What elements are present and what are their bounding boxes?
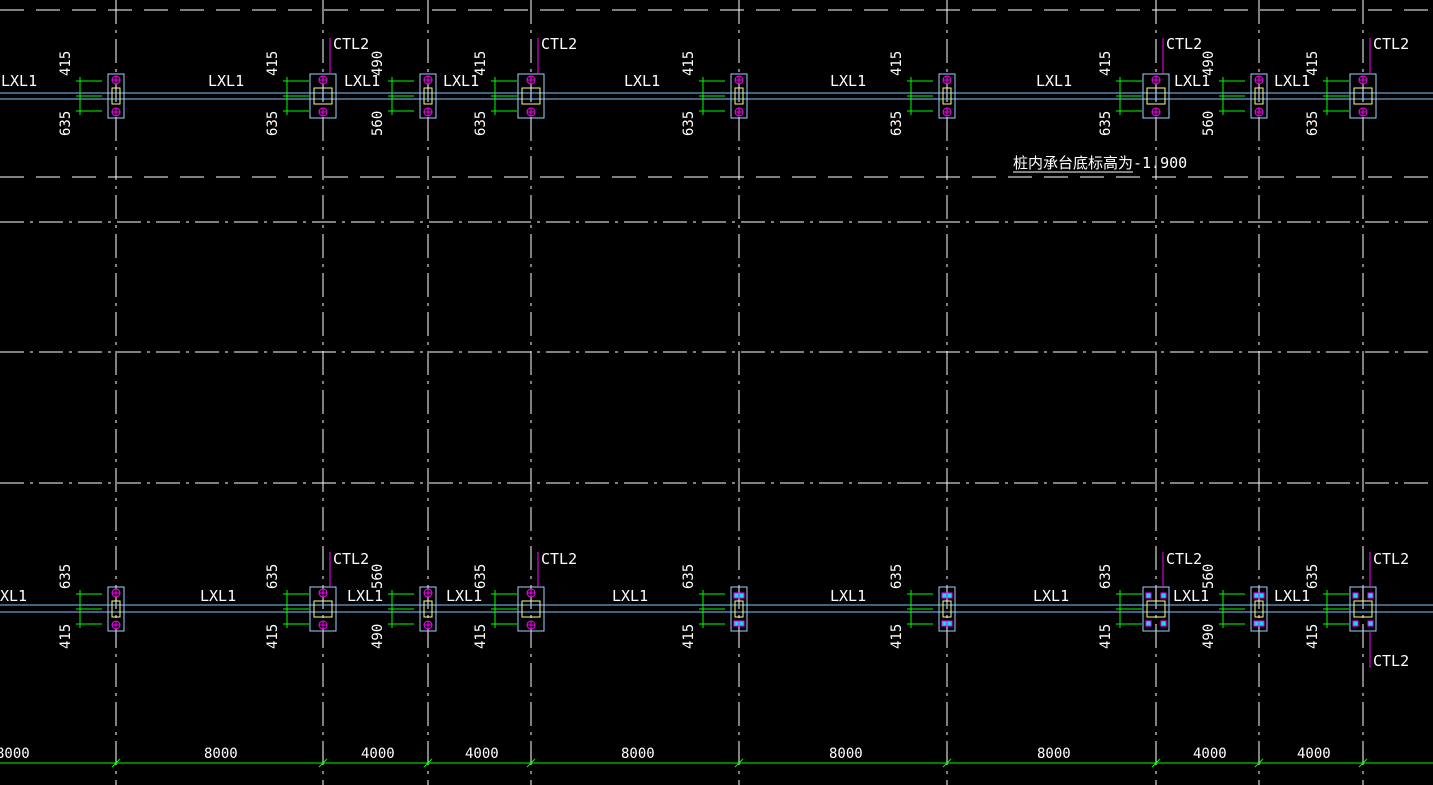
beam-label-bottom-5: LXL1 bbox=[830, 587, 866, 605]
dim-text-above: 560 bbox=[370, 564, 386, 589]
beam-label-bottom-2: LXL1 bbox=[347, 587, 383, 605]
dim-text-below: 415 bbox=[473, 624, 489, 649]
span-dimension-3: 4000 bbox=[361, 746, 395, 762]
span-dimension-5: 8000 bbox=[621, 746, 655, 762]
rebar-marker bbox=[1145, 620, 1152, 627]
beam-label-top-6: LXL1 bbox=[1036, 72, 1072, 90]
dim-text-below: 415 bbox=[681, 624, 697, 649]
beam-label-top-1: LXL1 bbox=[208, 72, 244, 90]
rebar-marker bbox=[1160, 620, 1167, 627]
dim-text-above: 635 bbox=[889, 564, 905, 589]
dim-text-below: 415 bbox=[1305, 624, 1321, 649]
dim-text-below: 635 bbox=[889, 111, 905, 136]
dim-text-below: 635 bbox=[1305, 111, 1321, 136]
beam-label-top-4: LXL1 bbox=[624, 72, 660, 90]
dim-text-below: 490 bbox=[1201, 624, 1217, 649]
rebar-marker bbox=[1367, 592, 1374, 599]
dim-text-below: 490 bbox=[370, 624, 386, 649]
beam-label-bottom-8: LXL1 bbox=[1274, 587, 1310, 605]
dim-text-above: 560 bbox=[1201, 564, 1217, 589]
rebar-marker bbox=[946, 592, 953, 599]
dim-text-above: 635 bbox=[681, 564, 697, 589]
dim-text-below: 635 bbox=[58, 111, 74, 136]
beam-label-top-7: LXL1 bbox=[1174, 72, 1210, 90]
pile-cap-elevation-note: 桩内承台底标高为-1.900 bbox=[1013, 154, 1187, 172]
rebar-marker bbox=[941, 620, 948, 627]
beam-label-top-2: LXL1 bbox=[344, 72, 380, 90]
dim-text-above: 415 bbox=[58, 51, 74, 76]
span-dimension-2: 8000 bbox=[204, 746, 238, 762]
rebar-marker bbox=[738, 620, 745, 627]
dim-text-below: 635 bbox=[473, 111, 489, 136]
cap-label-top-2: CTL2 bbox=[541, 35, 577, 53]
rebar-marker bbox=[1352, 592, 1359, 599]
rebar-marker bbox=[1367, 620, 1374, 627]
beam-label-bottom-7: LXL1 bbox=[1173, 587, 1209, 605]
dim-text-above: 415 bbox=[681, 51, 697, 76]
rebar-marker bbox=[1253, 620, 1260, 627]
dim-text-above: 415 bbox=[265, 51, 281, 76]
beam-label-bottom-6: LXL1 bbox=[1033, 587, 1069, 605]
rebar-marker bbox=[941, 592, 948, 599]
dim-text-above: 635 bbox=[58, 564, 74, 589]
dim-text-below: 560 bbox=[1201, 111, 1217, 136]
beam-label-bottom-4: LXL1 bbox=[612, 587, 648, 605]
dim-text-below: 415 bbox=[1098, 624, 1114, 649]
dim-text-above: 415 bbox=[1098, 51, 1114, 76]
beam-label-bottom-left-edge: XL1 bbox=[0, 587, 27, 605]
cap-label-bottom-1: CTL2 bbox=[333, 550, 369, 568]
canvas-background bbox=[0, 0, 1433, 785]
cap-label-bottom-4: CTL2 bbox=[1373, 550, 1409, 568]
rebar-marker bbox=[1258, 592, 1265, 599]
rebar-marker bbox=[1160, 592, 1167, 599]
dim-text-above: 415 bbox=[889, 51, 905, 76]
span-dimension-4: 4000 bbox=[465, 746, 499, 762]
beam-label-bottom-1: LXL1 bbox=[200, 587, 236, 605]
dim-text-above: 635 bbox=[265, 564, 281, 589]
dim-text-below: 415 bbox=[58, 624, 74, 649]
dim-text-below: 635 bbox=[681, 111, 697, 136]
rebar-marker bbox=[946, 620, 953, 627]
dim-text-above: 635 bbox=[473, 564, 489, 589]
cap-label-bottom-3: CTL2 bbox=[1166, 550, 1202, 568]
dim-text-below: 560 bbox=[370, 111, 386, 136]
dim-text-below: 635 bbox=[265, 111, 281, 136]
cap-label-bottom-extra: CTL2 bbox=[1373, 652, 1409, 670]
dim-text-above: 635 bbox=[1305, 564, 1321, 589]
dim-text-below: 635 bbox=[1098, 111, 1114, 136]
cap-label-bottom-2: CTL2 bbox=[541, 550, 577, 568]
span-dimension-7: 8000 bbox=[1037, 746, 1071, 762]
cap-label-top-1: CTL2 bbox=[333, 35, 369, 53]
beam-label-top-3: LXL1 bbox=[443, 72, 479, 90]
span-dimension-8: 4000 bbox=[1193, 746, 1227, 762]
span-dimension-1: 8000 bbox=[0, 746, 30, 762]
rebar-marker bbox=[1258, 620, 1265, 627]
beam-label-top-left-edge: LXL1 bbox=[1, 72, 37, 90]
span-dimension-6: 8000 bbox=[829, 746, 863, 762]
beam-label-top-5: LXL1 bbox=[830, 72, 866, 90]
cad-drawing-canvas[interactable]: 415 635 415 635 490 560 415 635 415 635 415 635 415 6… bbox=[0, 0, 1433, 785]
rebar-marker bbox=[1352, 620, 1359, 627]
rebar-marker bbox=[1253, 592, 1260, 599]
rebar-marker bbox=[733, 592, 740, 599]
span-dimension-9: 4000 bbox=[1297, 746, 1331, 762]
beam-label-bottom-3: LXL1 bbox=[446, 587, 482, 605]
dim-text-below: 415 bbox=[265, 624, 281, 649]
rebar-marker bbox=[733, 620, 740, 627]
cap-label-top-3: CTL2 bbox=[1166, 35, 1202, 53]
beam-label-top-8: LXL1 bbox=[1274, 72, 1310, 90]
rebar-marker bbox=[1145, 592, 1152, 599]
rebar-marker bbox=[738, 592, 745, 599]
cap-label-top-4: CTL2 bbox=[1373, 35, 1409, 53]
dim-text-above: 635 bbox=[1098, 564, 1114, 589]
dim-text-below: 415 bbox=[889, 624, 905, 649]
